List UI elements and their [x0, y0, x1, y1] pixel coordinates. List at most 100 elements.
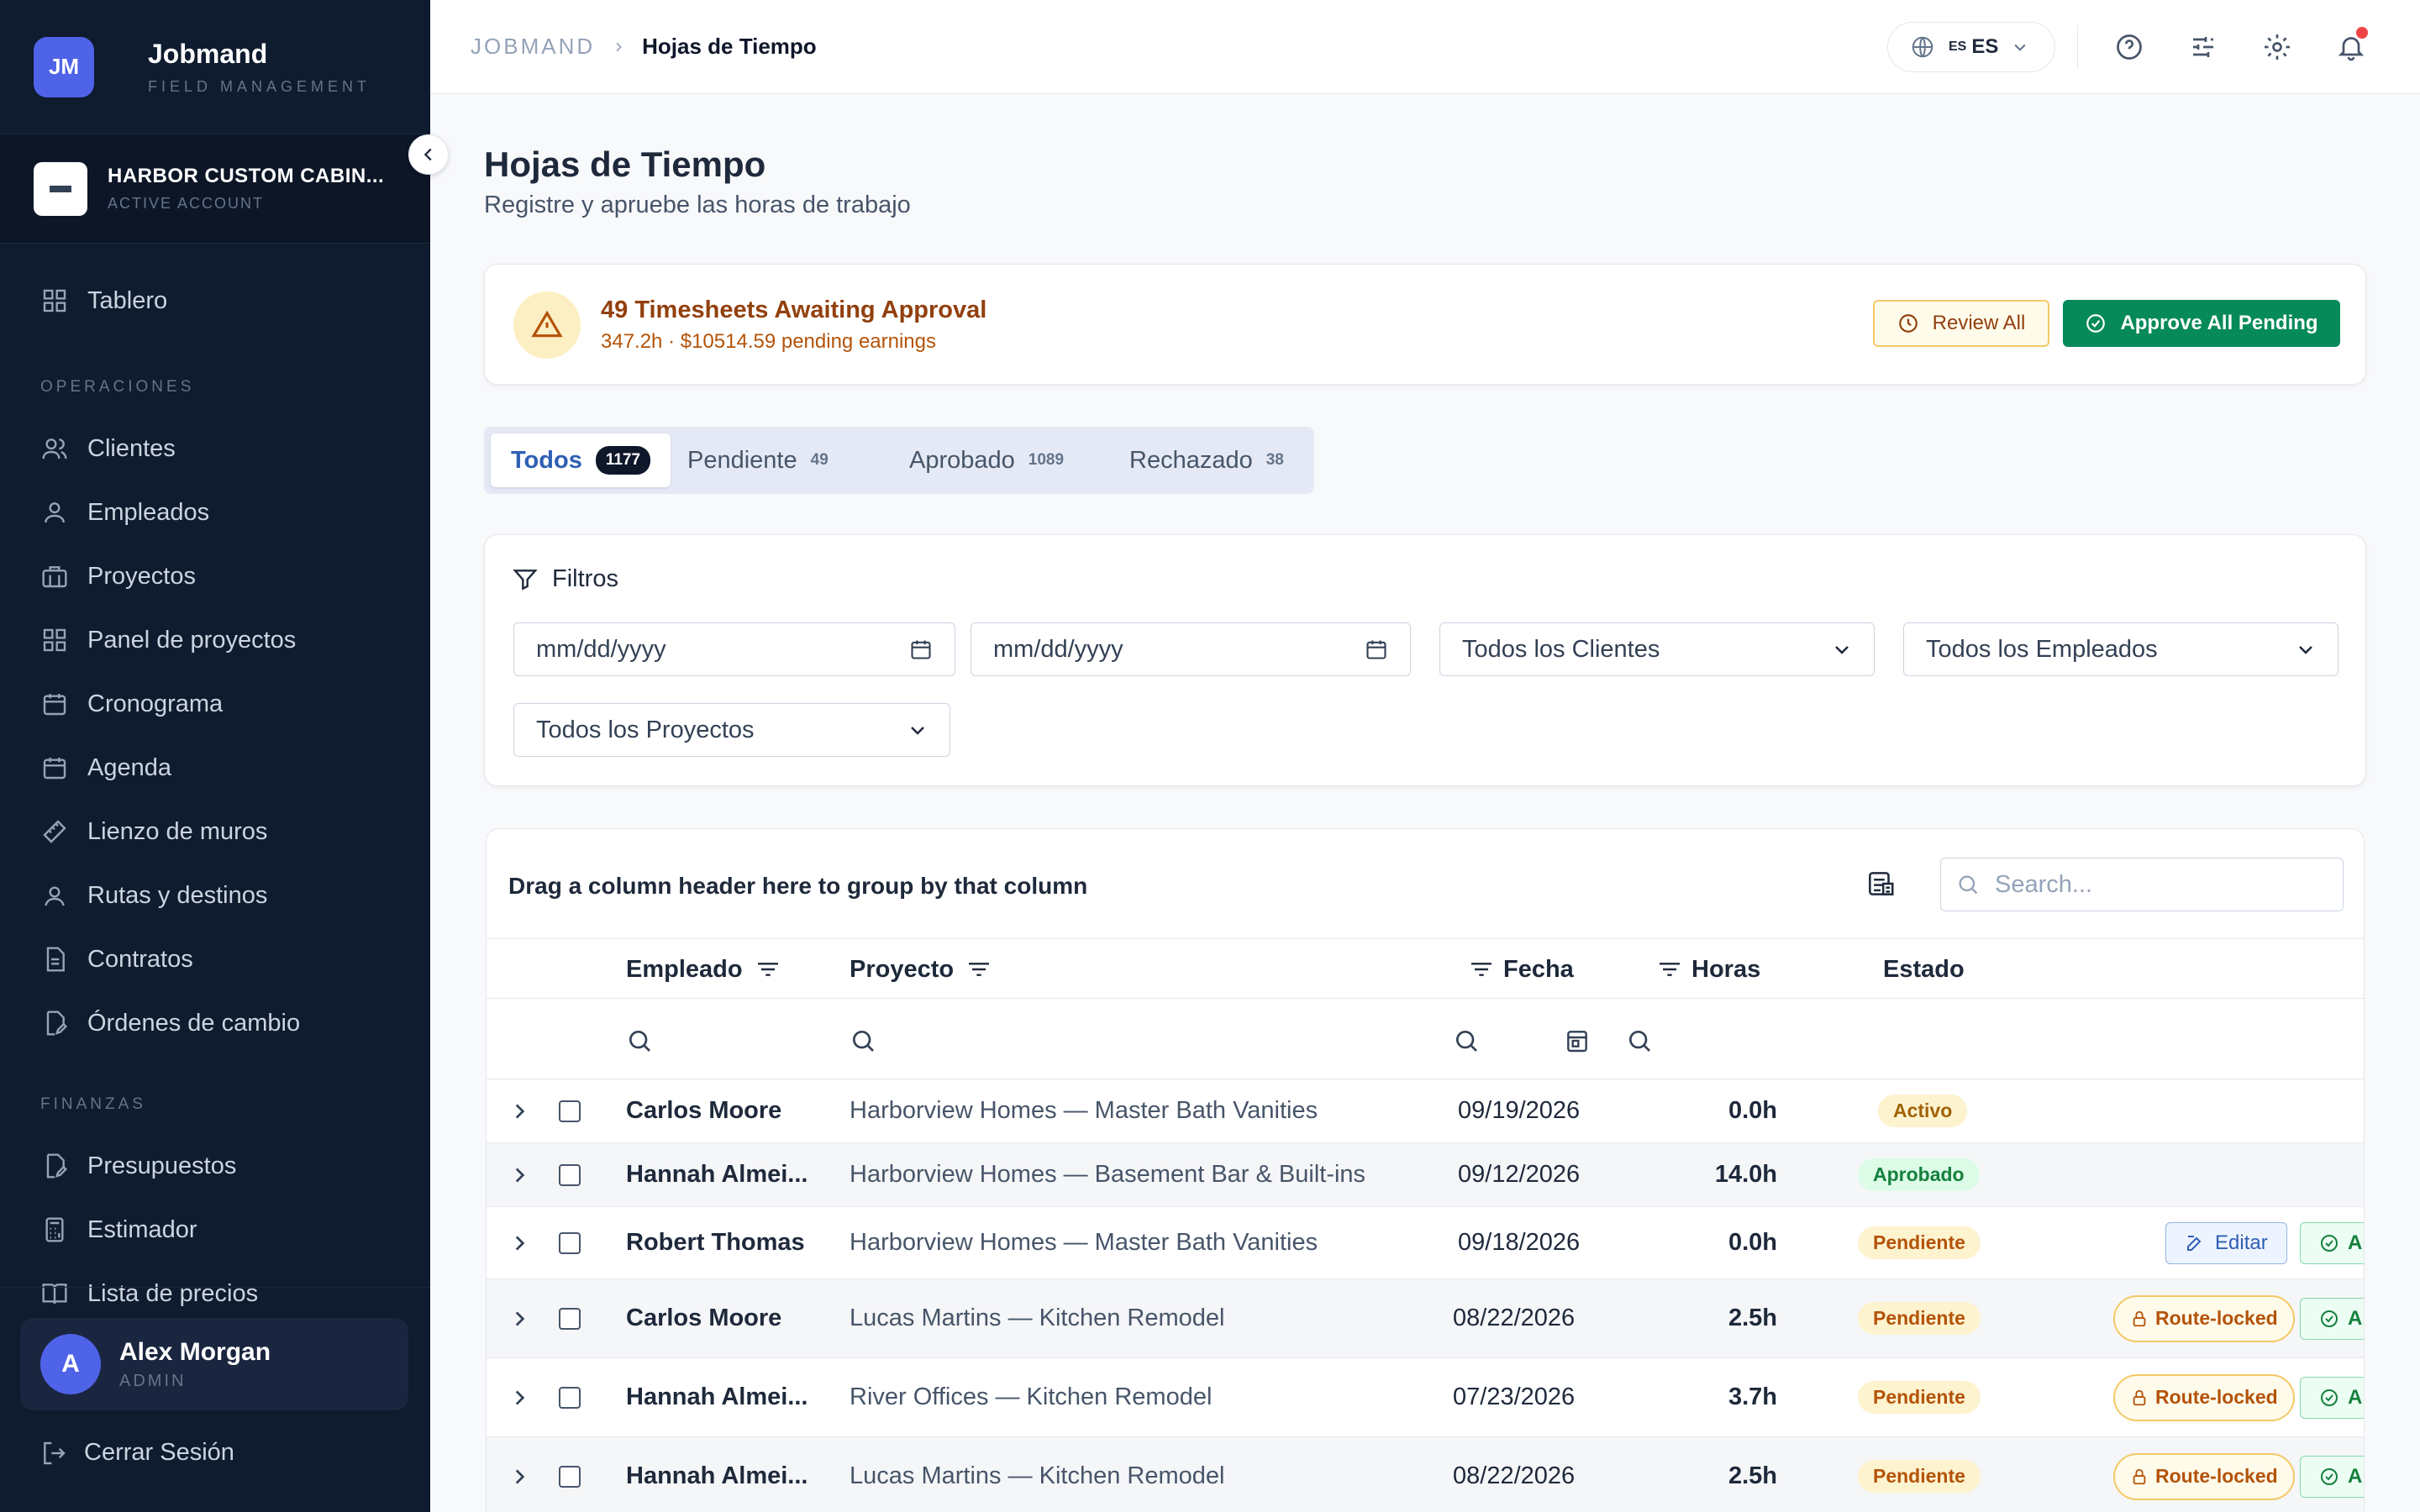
user-role: ADMIN — [119, 1371, 187, 1390]
expand-row-icon[interactable] — [508, 1143, 530, 1206]
table-row[interactable]: Hannah Almei... Harborview Homes — Basem… — [487, 1143, 2364, 1207]
clock-icon — [1897, 312, 1919, 334]
column-header-employee[interactable]: Empleado — [626, 939, 793, 1000]
timesheets-grid: Drag a column header here to group by th… — [486, 828, 2365, 1512]
row-checkbox[interactable] — [559, 1143, 581, 1206]
calendar-icon[interactable] — [1564, 1027, 1591, 1054]
clients-select-value: Todos los Clientes — [1462, 635, 1660, 663]
employees-select[interactable]: Todos los Empleados — [1903, 622, 2338, 676]
grid-icon — [40, 626, 69, 654]
expand-row-icon[interactable] — [508, 1079, 530, 1142]
calculator-icon — [40, 1215, 69, 1244]
date-from-value: mm/dd/yyyy — [536, 635, 666, 663]
table-row[interactable]: Robert Thomas Harborview Homes — Master … — [487, 1207, 2364, 1279]
calendar-icon[interactable] — [1365, 638, 1388, 661]
column-chooser-icon[interactable] — [1865, 868, 1897, 900]
filter-lines-icon[interactable] — [1468, 956, 1495, 983]
breadcrumb: JOBMAND Hojas de Tiempo — [471, 34, 817, 60]
user-menu[interactable]: A Alex Morgan ADMIN — [20, 1318, 408, 1410]
search-icon[interactable] — [626, 1027, 653, 1054]
sidebar-item-rutas[interactable]: Rutas y destinos — [0, 864, 430, 927]
sidebar-item-ordenes[interactable]: Órdenes de cambio — [0, 991, 430, 1055]
cell-date: 08/22/2026 — [1453, 1305, 1576, 1331]
tab-pendiente[interactable]: Pendiente 49 — [667, 433, 849, 487]
row-checkbox[interactable] — [559, 1207, 581, 1278]
approve-row-button[interactable]: A — [2300, 1455, 2364, 1498]
sidebar-item-empleados[interactable]: Empleados — [0, 480, 430, 544]
search-icon[interactable] — [1453, 1027, 1480, 1054]
route-locked-badge: Route-locked — [2113, 1452, 2295, 1500]
bell-icon[interactable] — [2333, 27, 2370, 66]
filter-lines-icon[interactable] — [755, 956, 781, 983]
sidebar-item-proyectos[interactable]: Proyectos — [0, 544, 430, 608]
approve-row-button[interactable]: A — [2300, 1376, 2364, 1419]
filter-lines-icon[interactable] — [965, 956, 992, 983]
nav-section-finanzas: FINANZAS — [40, 1095, 146, 1113]
search-icon[interactable] — [1626, 1027, 1653, 1054]
route-locked-badge: Route-locked — [2113, 1294, 2295, 1342]
filters-header: Filtros — [512, 565, 618, 593]
row-checkbox[interactable] — [559, 1437, 581, 1512]
column-header-date[interactable]: Fecha — [1468, 939, 1574, 1000]
table-row[interactable]: Hannah Almei... River Offices — Kitchen … — [487, 1358, 2364, 1437]
clients-select[interactable]: Todos los Clientes — [1439, 622, 1875, 676]
row-checkbox[interactable] — [559, 1279, 581, 1357]
brand-logo[interactable]: JM — [34, 36, 94, 97]
expand-row-icon[interactable] — [508, 1207, 530, 1278]
approve-row-button[interactable]: A — [2300, 1297, 2364, 1340]
sidebar-item-cronograma[interactable]: Cronograma — [0, 672, 430, 736]
grid-search-input[interactable] — [1995, 870, 2331, 899]
sidebar-item-clientes[interactable]: Clientes — [0, 417, 430, 480]
account-switcher[interactable]: HARBOR CUSTOM CABIN... ACTIVE ACCOUNT — [0, 134, 430, 244]
help-icon[interactable] — [2111, 29, 2148, 66]
column-header-status[interactable]: Estado — [1883, 939, 1965, 1000]
sidebar-item-lienzo[interactable]: Lienzo de muros — [0, 800, 430, 864]
route-locked-badge: Route-locked — [2113, 1373, 2295, 1421]
logout-button[interactable]: Cerrar Sesión — [40, 1439, 234, 1467]
expand-row-icon[interactable] — [508, 1279, 530, 1357]
cell-hours: 2.5h — [1728, 1305, 1777, 1331]
column-header-hours[interactable]: Horas — [1656, 939, 1760, 1000]
tab-todos[interactable]: Todos 1177 — [491, 433, 671, 487]
approve-all-pending-button[interactable]: Approve All Pending — [2063, 300, 2340, 347]
sidebar-item-panel-proyectos[interactable]: Panel de proyectos — [0, 608, 430, 672]
sidebar-item-contratos[interactable]: Contratos — [0, 927, 430, 991]
sidebar-item-tablero[interactable]: Tablero — [0, 269, 430, 333]
date-from-field[interactable]: mm/dd/yyyy — [513, 622, 955, 676]
table-row[interactable]: Carlos Moore Lucas Martins — Kitchen Rem… — [487, 1279, 2364, 1358]
language-selector[interactable]: ES ES — [1887, 22, 2055, 72]
sidebar-item-label: Panel de proyectos — [87, 626, 297, 654]
sliders-icon[interactable] — [2185, 29, 2222, 66]
table-row[interactable]: Hannah Almei... Lucas Martins — Kitchen … — [487, 1437, 2364, 1512]
sidebar-item-presupuestos[interactable]: Presupuestos — [0, 1134, 430, 1198]
status-tabs: Todos 1177 Pendiente 49 Aprobado 1089 Re… — [484, 427, 1314, 494]
review-all-button[interactable]: Review All — [1873, 300, 2049, 347]
expand-row-icon[interactable] — [508, 1358, 530, 1436]
row-checkbox[interactable] — [559, 1079, 581, 1142]
users-icon — [40, 434, 69, 463]
search-icon[interactable] — [850, 1027, 876, 1054]
projects-select[interactable]: Todos los Proyectos — [513, 703, 950, 757]
edit-button[interactable]: Editar — [2165, 1221, 2287, 1264]
collapse-sidebar-button[interactable] — [408, 134, 449, 175]
filter-icon — [512, 566, 539, 593]
cell-date: 07/23/2026 — [1453, 1383, 1576, 1410]
filter-lines-icon[interactable] — [1656, 956, 1683, 983]
column-header-project[interactable]: Proyecto — [850, 939, 1004, 1000]
row-checkbox[interactable] — [559, 1358, 581, 1436]
date-to-field[interactable]: mm/dd/yyyy — [971, 622, 1411, 676]
tab-aprobado[interactable]: Aprobado 1089 — [889, 433, 1084, 487]
gear-icon[interactable] — [2259, 29, 2296, 66]
approve-row-button[interactable]: A — [2300, 1221, 2364, 1264]
grid-icon — [40, 286, 69, 315]
cell-hours: 2.5h — [1728, 1462, 1777, 1489]
logout-label: Cerrar Sesión — [84, 1439, 234, 1466]
sidebar-item-estimador[interactable]: Estimador — [0, 1198, 430, 1262]
calendar-icon[interactable] — [909, 638, 933, 661]
table-row[interactable]: Carlos Moore Harborview Homes — Master B… — [487, 1079, 2364, 1143]
breadcrumb-root[interactable]: JOBMAND — [471, 34, 595, 60]
sidebar-item-agenda[interactable]: Agenda — [0, 736, 430, 800]
expand-row-icon[interactable] — [508, 1437, 530, 1512]
grid-search-box — [1940, 858, 2344, 911]
tab-rechazado[interactable]: Rechazado 38 — [1109, 433, 1304, 487]
